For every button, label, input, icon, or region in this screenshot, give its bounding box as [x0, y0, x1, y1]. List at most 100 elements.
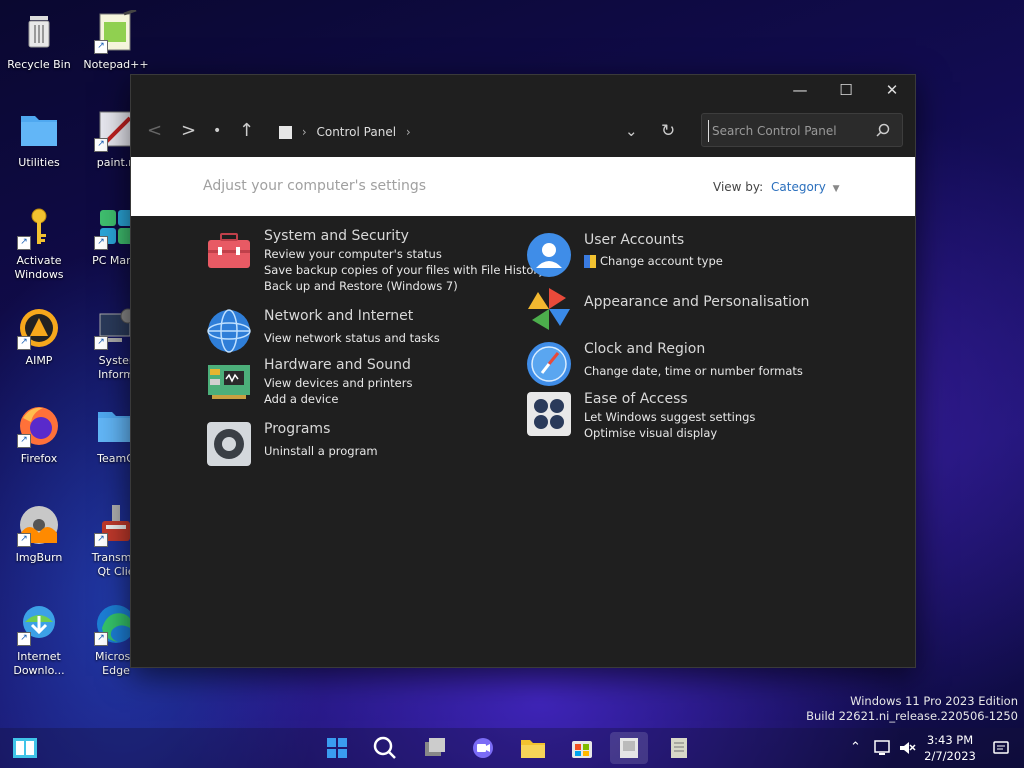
folder-icon [521, 740, 545, 758]
control-panel-icon [279, 126, 292, 139]
category-title[interactable]: Hardware and Sound [264, 357, 411, 373]
category-title[interactable]: Ease of Access [584, 391, 688, 407]
desktop-icon-label: Internet Downlo... [13, 650, 65, 677]
start-button[interactable] [318, 732, 356, 764]
ease-of-access-icon [526, 391, 572, 437]
desktop-icon-label: Recycle Bin [7, 58, 71, 71]
shortcut-arrow-icon: ↗ [17, 336, 31, 350]
control-panel-taskbar-button[interactable] [610, 732, 648, 764]
chat-button[interactable] [464, 732, 502, 764]
category-title[interactable]: System and Security [264, 228, 409, 244]
store-icon [572, 741, 592, 758]
shortcut-arrow-icon: ↗ [17, 236, 31, 250]
network-button[interactable] [873, 728, 891, 768]
desktop-icon-notepad-plus-plus[interactable]: ↗ Notepad++ [76, 8, 156, 72]
category-ease-of-access: Ease of Access Let Windows suggest setti… [526, 391, 846, 441]
search-icon[interactable] [876, 123, 890, 137]
desktop-icon-recycle-bin[interactable]: Recycle Bin [0, 10, 79, 72]
link-devices-printers[interactable]: View devices and printers [264, 376, 412, 390]
search-button[interactable] [366, 732, 404, 764]
desktop-icon-utilities[interactable]: Utilities [0, 108, 79, 170]
notepad-plus-plus-icon: ↗ [94, 8, 138, 54]
microsoft-store-button[interactable] [563, 732, 601, 764]
control-panel-window: — ☐ ✕ < > • ↑ › Control Panel › ⌄ ↻ Adju… [130, 74, 916, 668]
task-view-icon [425, 738, 445, 756]
link-optimise-display[interactable]: Optimise visual display [584, 426, 717, 440]
watermark-edition: Windows 11 Pro 2023 Edition [850, 694, 1018, 708]
notepad-taskbar-button[interactable] [660, 732, 698, 764]
chevron-down-icon: ▼ [832, 184, 840, 194]
shortcut-arrow-icon: ↗ [17, 434, 31, 448]
volume-button[interactable] [898, 728, 916, 768]
aimp-icon: ↗ [17, 306, 61, 350]
link-change-formats[interactable]: Change date, time or number formats [584, 364, 803, 378]
link-add-device[interactable]: Add a device [264, 392, 338, 406]
link-file-history[interactable]: Save backup copies of your files with Fi… [264, 263, 545, 277]
category-clock-and-region: Clock and Region Change date, time or nu… [526, 341, 846, 387]
notification-icon [993, 740, 1009, 754]
desktop-icon-label: Utilities [18, 156, 60, 169]
widgets-icon [13, 738, 37, 758]
breadcrumb-control-panel[interactable]: Control Panel [316, 125, 396, 139]
search-input[interactable] [708, 120, 874, 142]
category-network-and-internet: Network and Internet View network status… [206, 308, 526, 354]
recent-locations-button[interactable]: • [213, 121, 221, 141]
notifications-button[interactable] [992, 728, 1010, 768]
firefox-icon: ↗ [17, 404, 61, 448]
category-title[interactable]: User Accounts [584, 232, 684, 248]
file-explorer-button[interactable] [514, 732, 552, 764]
folder-icon [17, 108, 61, 152]
windows-logo-icon [327, 738, 347, 758]
link-network-status[interactable]: View network status and tasks [264, 331, 440, 345]
taskbar-clock[interactable]: 3:43 PM 2/7/2023 [920, 732, 980, 764]
task-view-button[interactable] [416, 732, 454, 764]
watermark-build: Build 22621.ni_release.220506-1250 [806, 709, 1018, 723]
category-title[interactable]: Programs [264, 421, 330, 437]
imgburn-icon: ↗ [17, 503, 61, 547]
clock-icon [526, 341, 572, 387]
up-button[interactable]: ↑ [239, 121, 254, 141]
desktop-icon-imgburn[interactable]: ↗ ImgBurn [0, 503, 79, 565]
close-button[interactable]: ✕ [869, 75, 915, 105]
user-icon [526, 232, 572, 278]
address-dropdown-button[interactable]: ⌄ [625, 121, 638, 141]
link-change-account-type[interactable]: Change account type [584, 254, 723, 268]
edition-watermark: Windows 11 Pro 2023 Edition Build 22621.… [806, 694, 1018, 724]
view-by-dropdown[interactable]: Category ▼ [771, 180, 840, 194]
category-programs: Programs Uninstall a program [206, 421, 526, 467]
desktop-icon-label: ImgBurn [15, 551, 63, 564]
maximize-button[interactable]: ☐ [823, 75, 869, 105]
link-windows-suggest[interactable]: Let Windows suggest settings [584, 410, 755, 424]
category-title[interactable]: Network and Internet [264, 308, 413, 324]
shortcut-arrow-icon: ↗ [94, 533, 108, 547]
title-bar[interactable]: — ☐ ✕ [131, 75, 915, 107]
shortcut-arrow-icon: ↗ [94, 138, 108, 152]
link-backup-restore[interactable]: Back up and Restore (Windows 7) [264, 279, 458, 293]
notepad-icon [671, 738, 687, 758]
minimize-button[interactable]: — [777, 75, 823, 105]
refresh-button[interactable]: ↻ [661, 121, 675, 141]
desktop-icon-label: Activate Windows [14, 254, 64, 281]
category-title[interactable]: Appearance and Personalisation [584, 294, 809, 310]
shortcut-arrow-icon: ↗ [94, 236, 108, 250]
back-button[interactable]: < [147, 121, 162, 141]
address-bar[interactable]: › Control Panel › [279, 117, 679, 147]
link-label: Change account type [600, 254, 723, 268]
forward-button[interactable]: > [181, 121, 196, 141]
widgets-button[interactable] [6, 732, 44, 764]
desktop-icon-activate-windows[interactable]: ↗ Activate Windows [0, 206, 79, 282]
taskbar: ⌃ 3:43 PM 2/7/2023 [0, 728, 1024, 768]
navigation-bar: < > • ↑ › Control Panel › ⌄ ↻ [131, 107, 915, 157]
link-review-status[interactable]: Review your computer's status [264, 247, 442, 261]
search-box[interactable] [701, 113, 903, 147]
desktop-icon-internet-download-manager[interactable]: ↗ Internet Downlo... [0, 602, 79, 678]
control-panel-icon [620, 738, 638, 758]
desktop-icon-label: Firefox [20, 452, 58, 465]
desktop-icon-aimp[interactable]: ↗ AIMP [0, 306, 79, 368]
show-hidden-icons-button[interactable]: ⌃ [850, 728, 861, 768]
category-title[interactable]: Clock and Region [584, 341, 705, 357]
desktop-icon-firefox[interactable]: ↗ Firefox [0, 404, 79, 466]
shield-icon [584, 255, 596, 268]
programs-icon [206, 421, 252, 467]
link-uninstall-program[interactable]: Uninstall a program [264, 444, 378, 458]
